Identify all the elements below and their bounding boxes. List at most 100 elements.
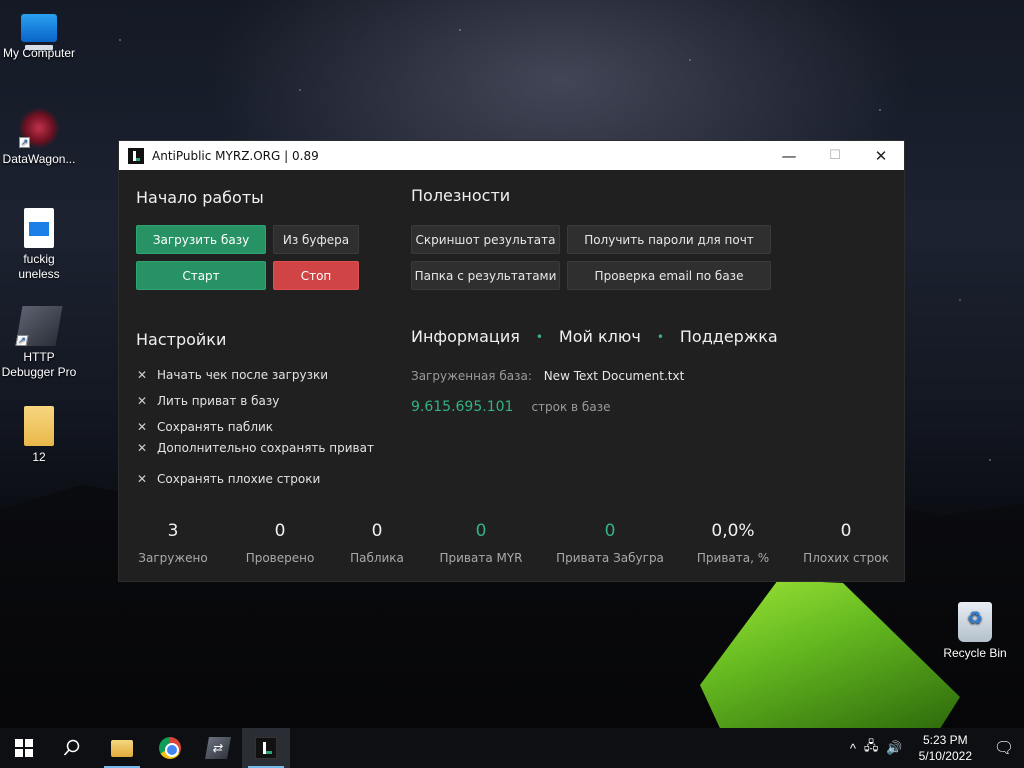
- search-button-taskbar[interactable]: [48, 728, 96, 768]
- stat-value: 0: [274, 521, 286, 541]
- desktop-icon-video[interactable]: fuckig uneless: [0, 208, 78, 282]
- load-db-button[interactable]: Загрузить базу: [136, 225, 266, 254]
- setting-start-check-after-load[interactable]: ✕ Начать чек после загрузки: [135, 368, 328, 382]
- shortcut-arrow-icon: ↗: [19, 137, 30, 148]
- stat-private-myr: 0 Привата MYR: [437, 521, 525, 565]
- start-button[interactable]: Старт: [136, 261, 266, 290]
- desktop-icon-label: Recycle Bin: [943, 646, 1007, 660]
- taskbar-antipublic[interactable]: [242, 728, 290, 768]
- rows-count-label: строк в базе: [531, 400, 611, 414]
- stat-value: 0: [371, 521, 383, 541]
- stat-label: Проверено: [245, 551, 315, 565]
- stat-label: Привата Забугра: [556, 551, 664, 565]
- shortcut-arrow-icon: ↗: [15, 335, 29, 346]
- volume-icon[interactable]: 🔊: [882, 740, 906, 756]
- search-icon: [63, 739, 80, 756]
- loaded-db-row: Загруженная база: New Text Document.txt: [411, 369, 684, 383]
- file-explorer-icon: [111, 739, 133, 757]
- loaded-db-value: New Text Document.txt: [543, 369, 685, 383]
- desktop-icon-http-debugger[interactable]: ↗ HTTP Debugger Pro: [0, 306, 78, 380]
- toggle-x-icon: ✕: [136, 472, 148, 486]
- taskbar-http-debugger[interactable]: ⇄: [194, 728, 242, 768]
- section-title-start: Начало работы: [136, 188, 264, 207]
- screenshot-result-button[interactable]: Скриншот результата: [411, 225, 560, 254]
- desktop-icon-label: HTTP Debugger Pro: [1, 350, 77, 379]
- minimize-button[interactable]: —: [766, 141, 812, 170]
- setting-label: Сохранять паблик: [157, 420, 274, 434]
- antipublic-app-icon: [255, 737, 277, 759]
- stat-label: Привата, %: [696, 551, 770, 565]
- stat-value: 0: [475, 521, 487, 541]
- get-email-passwords-button[interactable]: Получить пароли для почт: [567, 225, 771, 254]
- stat-label: Загружено: [138, 551, 208, 565]
- computer-icon: [21, 14, 57, 50]
- video-file-icon: [24, 208, 54, 248]
- setting-label: Лить приват в базу: [157, 394, 280, 408]
- rows-count-value: 9.615.695.101: [411, 399, 514, 415]
- close-button[interactable]: ✕: [858, 141, 904, 170]
- datawagon-icon: ↗: [19, 108, 59, 148]
- setting-save-public[interactable]: ✕ Сохранять паблик: [135, 420, 273, 434]
- setting-save-private-extra[interactable]: ✕ Дополнительно сохранять приват: [135, 441, 374, 455]
- results-folder-button[interactable]: Папка с результатами: [411, 261, 560, 290]
- windows-logo-icon: [15, 739, 33, 757]
- clock-date: 5/10/2022: [918, 749, 972, 763]
- stat-value: 3: [167, 521, 179, 541]
- stat-label: Плохих строк: [803, 551, 889, 565]
- maximize-button[interactable]: ☐: [812, 141, 858, 170]
- info-tabs: Информация • Мой ключ • Поддержка: [411, 327, 778, 346]
- stat-public: 0 Паблика: [347, 521, 407, 565]
- desktop-icon-label: 12: [32, 450, 46, 464]
- stat-value: 0: [840, 521, 852, 541]
- network-icon[interactable]: 🖧: [860, 737, 883, 759]
- folder-icon: [24, 406, 54, 446]
- toggle-x-icon: ✕: [136, 368, 148, 382]
- setting-save-bad-lines[interactable]: ✕ Сохранять плохие строки: [135, 472, 320, 486]
- stat-label: Паблика: [350, 551, 404, 565]
- toggle-x-icon: ✕: [136, 394, 148, 408]
- rows-count-row: 9.615.695.101 строк в базе: [411, 399, 610, 415]
- setting-label: Начать чек после загрузки: [157, 368, 329, 382]
- loaded-db-label: Загруженная база:: [411, 369, 532, 383]
- stat-value: 0,0%: [711, 521, 755, 541]
- stat-private-abroad: 0 Привата Забугра: [555, 521, 665, 565]
- tab-information[interactable]: Информация: [411, 327, 520, 346]
- http-debugger-icon: ↗: [15, 306, 63, 346]
- section-title-utilities: Полезности: [411, 186, 511, 205]
- desktop-icon-folder-12[interactable]: 12: [0, 406, 78, 465]
- setting-upload-private[interactable]: ✕ Лить приват в базу: [135, 394, 279, 408]
- tray-chevron-icon[interactable]: ^: [846, 741, 860, 756]
- stop-button[interactable]: Стоп: [273, 261, 359, 290]
- clock[interactable]: 5:23 PM 5/10/2022: [907, 732, 984, 764]
- check-email-button[interactable]: Проверка email по базе: [567, 261, 771, 290]
- window-title: AntiPublic MYRZ.ORG | 0.89: [152, 148, 319, 163]
- recycle-bin-icon: [958, 602, 992, 642]
- app-logo-icon: [128, 147, 144, 164]
- from-clipboard-button[interactable]: Из буфера: [273, 225, 359, 254]
- app-window: AntiPublic MYRZ.ORG | 0.89 — ☐ ✕ Начало …: [118, 140, 905, 582]
- toggle-x-icon: ✕: [136, 441, 148, 455]
- stat-bad-lines: 0 Плохих строк: [801, 521, 891, 565]
- start-button-taskbar[interactable]: [0, 728, 48, 768]
- desktop-icon-label: fuckig uneless: [18, 252, 60, 281]
- tab-support[interactable]: Поддержка: [680, 327, 778, 346]
- stat-value: 0: [604, 521, 616, 541]
- stat-checked: 0 Проверено: [241, 521, 319, 565]
- tab-separator: •: [535, 329, 543, 344]
- tab-my-key[interactable]: Мой ключ: [559, 327, 641, 346]
- toggle-x-icon: ✕: [136, 420, 148, 434]
- desktop-icon-my-computer[interactable]: My Computer: [0, 8, 78, 61]
- system-tray: ^ 🖧 🔊 5:23 PM 5/10/2022 🗨: [846, 728, 1024, 768]
- window-titlebar[interactable]: AntiPublic MYRZ.ORG | 0.89 — ☐ ✕: [119, 141, 904, 170]
- desktop-icon-recycle-bin[interactable]: Recycle Bin: [936, 602, 1014, 661]
- setting-label: Сохранять плохие строки: [157, 472, 321, 486]
- desktop-icon-datawagon[interactable]: ↗ DataWagon...: [0, 108, 78, 167]
- tab-separator: •: [656, 329, 664, 344]
- section-title-settings: Настройки: [136, 330, 227, 349]
- stat-loaded: 3 Загружено: [137, 521, 209, 565]
- taskbar: ⇄ ^ 🖧 🔊 5:23 PM 5/10/2022 🗨: [0, 728, 1024, 768]
- desktop-icon-label: DataWagon...: [2, 152, 76, 166]
- taskbar-chrome[interactable]: [146, 728, 194, 768]
- taskbar-file-explorer[interactable]: [98, 728, 146, 768]
- notifications-icon[interactable]: 🗨: [984, 728, 1024, 768]
